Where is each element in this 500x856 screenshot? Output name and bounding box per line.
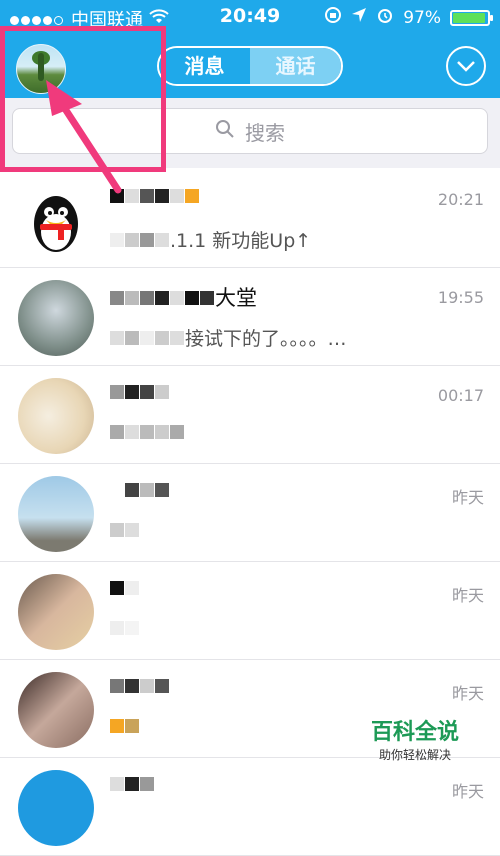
conversation-time: 昨天	[451, 586, 484, 605]
search-area: 搜索	[0, 98, 500, 168]
watermark-subtitle: 助你轻松解决	[378, 748, 451, 762]
search-icon	[215, 119, 235, 144]
tab-switcher: 消息 通话	[157, 46, 343, 86]
alarm-icon	[376, 6, 394, 29]
conversation-message	[110, 520, 140, 542]
conversation-name	[110, 184, 200, 208]
tab-messages[interactable]: 消息	[159, 48, 250, 84]
conversation-time: 00:17	[437, 386, 484, 405]
my-avatar[interactable]	[16, 44, 66, 94]
conversation-time: 昨天	[451, 684, 484, 703]
conversation-time: 昨天	[451, 488, 484, 507]
contact-avatar	[18, 672, 94, 748]
search-input[interactable]: 搜索	[12, 108, 488, 154]
conversation-row[interactable]: .1.1 新功能Up↑ 20:21	[0, 170, 500, 268]
location-icon	[351, 7, 367, 28]
conversation-time: 20:21	[437, 190, 484, 209]
conversation-name	[110, 576, 140, 600]
contact-avatar	[18, 280, 94, 356]
more-button[interactable]	[446, 46, 486, 86]
conversation-message: 接试下的了。。。。…	[110, 324, 347, 351]
conversation-row[interactable]: 大堂 接试下的了。。。。… 19:55	[0, 268, 500, 366]
penguin-avatar	[18, 182, 94, 258]
conversation-row[interactable]: 00:17	[0, 366, 500, 464]
conversation-name	[110, 478, 170, 502]
battery-percent: 97%	[403, 7, 441, 28]
conversation-message	[110, 618, 140, 640]
conversation-name	[110, 772, 155, 796]
nav-bar: 消息 通话	[0, 34, 500, 98]
status-right: 97%	[324, 6, 493, 29]
conversation-name: 大堂	[110, 282, 257, 312]
contact-avatar	[18, 378, 94, 454]
conversation-time: 19:55	[437, 288, 484, 307]
conversation-time: 昨天	[451, 782, 484, 801]
search-placeholder: 搜索	[245, 120, 285, 145]
conversation-row[interactable]: 昨天	[0, 758, 500, 856]
conversation-message	[110, 716, 140, 738]
conversation-row[interactable]: 昨天	[0, 464, 500, 562]
conversation-name	[110, 380, 170, 404]
chevron-down-icon	[456, 57, 476, 76]
rotation-lock-icon	[324, 6, 342, 29]
tab-calls[interactable]: 通话	[250, 48, 341, 84]
battery-icon	[450, 9, 493, 26]
conversation-message	[110, 422, 185, 444]
conversation-row[interactable]: 昨天	[0, 562, 500, 660]
status-bar: 中国联通 20:49 97%	[0, 0, 500, 34]
conversation-message: .1.1 新功能Up↑	[110, 226, 311, 253]
watermark-title: 百科全说	[370, 720, 459, 745]
contact-avatar	[18, 770, 94, 846]
watermark-logo: 百科全说 助你轻松解决	[350, 714, 480, 763]
contact-avatar	[18, 574, 94, 650]
contact-avatar	[18, 476, 94, 552]
conversation-name	[110, 674, 170, 698]
